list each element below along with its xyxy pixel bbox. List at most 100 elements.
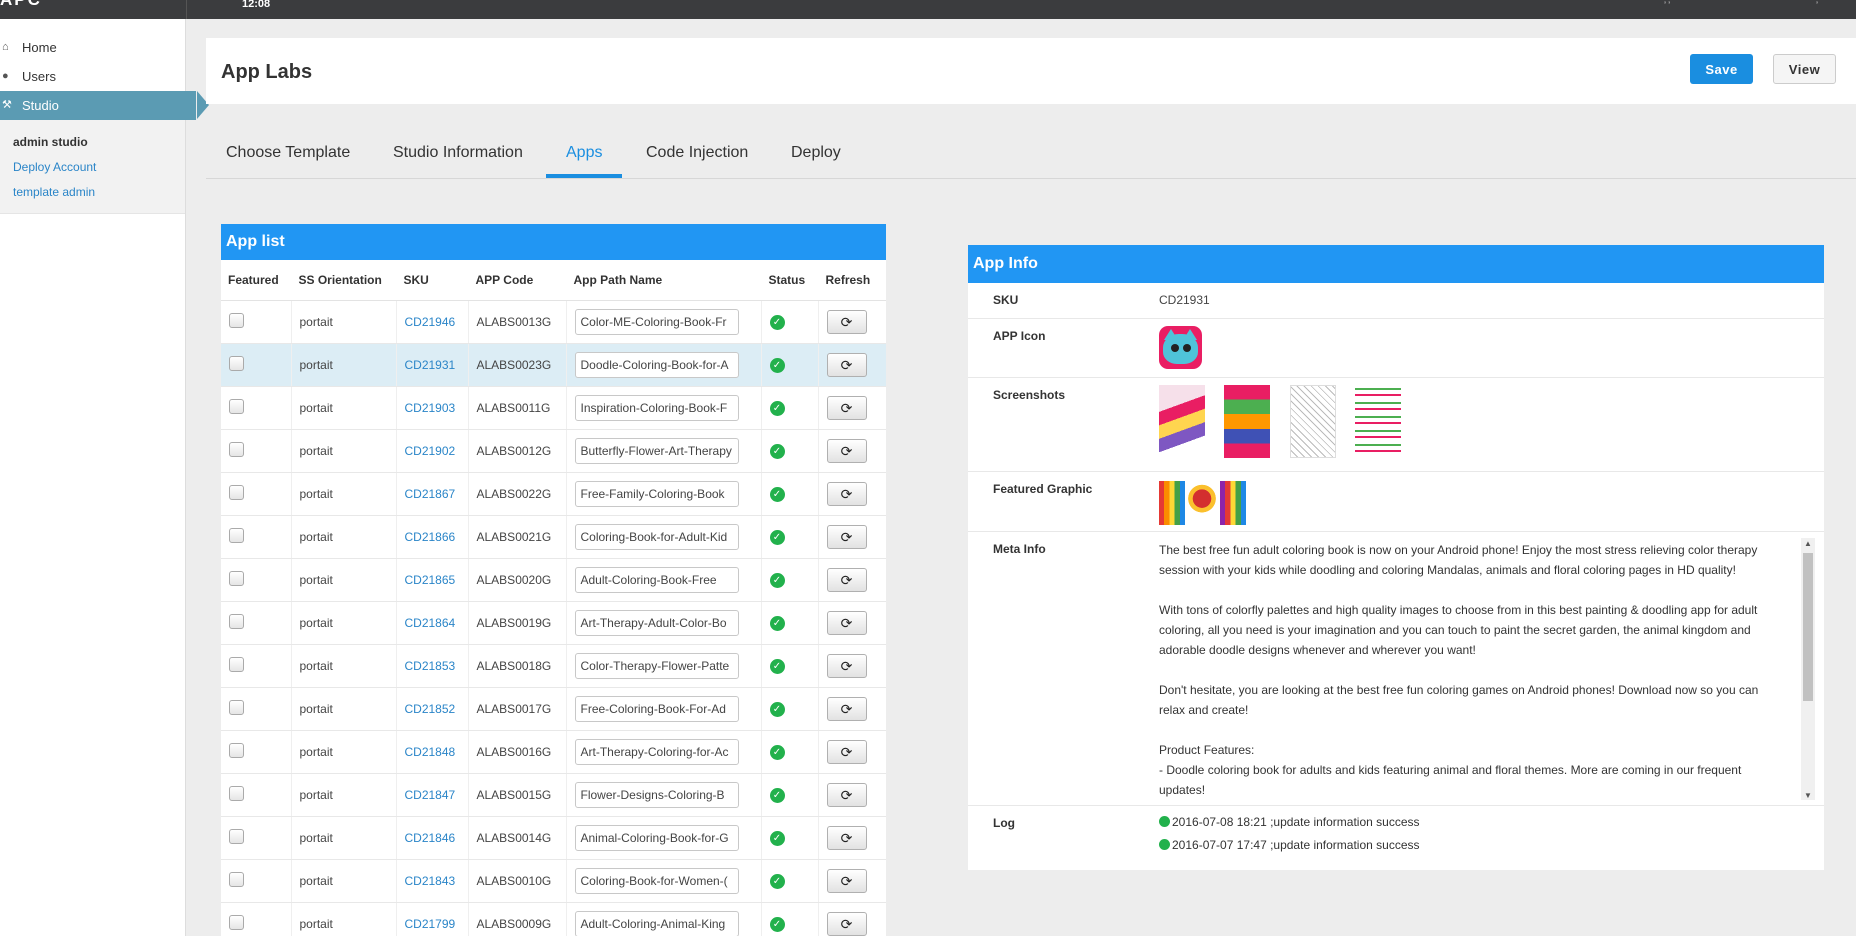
featured-checkbox[interactable]	[229, 699, 244, 715]
table-row[interactable]: portait CD21866 ALABS0021G Coloring-Book-fo…	[221, 515, 886, 559]
screenshot-thumbnail[interactable]	[1224, 385, 1270, 458]
sku-link[interactable]: CD21946	[405, 315, 456, 329]
sku-link[interactable]: CD21902	[405, 444, 456, 458]
refresh-button[interactable]: ⟳	[826, 911, 867, 936]
scroll-down-icon[interactable]: ▼	[1804, 791, 1812, 800]
featured-checkbox[interactable]	[229, 785, 244, 801]
app-path-input[interactable]: Free-Family-Coloring-Book	[574, 480, 739, 507]
table-row[interactable]: portait CD21931 ALABS0023G Doodle-Coloring-…	[221, 343, 886, 387]
table-row[interactable]: portait CD21902 ALABS0012G Butterfly-Flower…	[221, 429, 886, 473]
table-row[interactable]: portait CD21867 ALABS0022G Free-Family-Colo…	[221, 472, 886, 516]
sku-link[interactable]: CD21848	[405, 745, 456, 759]
app-path-input[interactable]: Flower-Designs-Coloring-B	[574, 781, 739, 808]
refresh-button[interactable]: ⟳	[826, 696, 867, 721]
sku-link[interactable]: CD21867	[405, 487, 456, 501]
topbar-settings[interactable]: ’	[1816, 0, 1818, 10]
table-row[interactable]: portait CD21848 ALABS0016G Art-Therapy-Colo…	[221, 730, 886, 774]
refresh-button[interactable]: ⟳	[826, 739, 867, 764]
sku-link[interactable]: CD21852	[405, 702, 456, 716]
featured-checkbox[interactable]	[229, 484, 244, 500]
featured-checkbox[interactable]	[229, 828, 244, 844]
sku-link[interactable]: CD21864	[405, 616, 456, 630]
app-path-input[interactable]: Adult-Coloring-Book-Free	[574, 566, 739, 593]
app-path-input[interactable]: Doodle-Coloring-Book-for-A	[574, 351, 739, 378]
table-row[interactable]: portait CD21946 ALABS0013G Color-ME-Colorin…	[221, 300, 886, 344]
app-path-input[interactable]: Color-ME-Coloring-Book-Fr	[574, 308, 739, 335]
table-row[interactable]: portait CD21799 ALABS0009G Adult-Coloring-A…	[221, 902, 886, 936]
meta-scrollbar[interactable]: ▲ ▼	[1801, 538, 1815, 800]
screenshot-thumbnail[interactable]	[1290, 385, 1336, 458]
refresh-button[interactable]: ⟳	[826, 825, 867, 850]
submenu-template-admin[interactable]: template admin	[13, 180, 185, 205]
table-row[interactable]: portait CD21852 ALABS0017G Free-Coloring-Bo…	[221, 687, 886, 731]
refresh-button[interactable]: ⟳	[826, 868, 867, 893]
table-row[interactable]: portait CD21853 ALABS0018G Color-Therapy-Fl…	[221, 644, 886, 688]
app-path-input[interactable]: Coloring-Book-for-Women-(	[574, 867, 739, 894]
tab-apps[interactable]: Apps	[546, 144, 623, 178]
app-path-input[interactable]: Art-Therapy-Adult-Color-Bo	[574, 609, 739, 636]
refresh-button[interactable]: ⟳	[826, 524, 867, 549]
refresh-button[interactable]: ⟳	[826, 653, 867, 678]
scroll-up-icon[interactable]: ▲	[1804, 539, 1812, 548]
app-path-input[interactable]: Animal-Coloring-Book-for-G	[574, 824, 739, 851]
refresh-button[interactable]: ⟳	[826, 567, 867, 592]
screenshot-thumbnail[interactable]	[1159, 385, 1205, 458]
sidebar-item-home[interactable]: ⌂ Home	[0, 33, 185, 62]
sku-link[interactable]: CD21903	[405, 401, 456, 415]
table-row[interactable]: portait CD21843 ALABS0010G Coloring-Book-fo…	[221, 859, 886, 903]
refresh-button[interactable]: ⟳	[826, 309, 867, 334]
tab-studio-information[interactable]: Studio Information	[393, 144, 523, 178]
tab-code-injection[interactable]: Code Injection	[646, 144, 748, 178]
refresh-button[interactable]: ⟳	[826, 395, 867, 420]
featured-checkbox[interactable]	[229, 570, 244, 586]
sku-link[interactable]: CD21843	[405, 874, 456, 888]
table-row[interactable]: portait CD21864 ALABS0019G Art-Therapy-Adul…	[221, 601, 886, 645]
featured-checkbox[interactable]	[229, 312, 244, 328]
view-button[interactable]: View	[1773, 54, 1836, 84]
table-row[interactable]: portait CD21865 ALABS0020G Adult-Coloring-B…	[221, 558, 886, 602]
sku-link[interactable]: CD21846	[405, 831, 456, 845]
app-icon-image[interactable]	[1159, 326, 1202, 369]
sku-link[interactable]: CD21866	[405, 530, 456, 544]
meta-info-text[interactable]: The best free fun adult coloring book is…	[1159, 540, 1779, 800]
save-button[interactable]: Save	[1690, 54, 1753, 84]
sku-link[interactable]: CD21799	[405, 917, 456, 931]
app-path-input[interactable]: Butterfly-Flower-Art-Therapy	[574, 437, 739, 464]
refresh-button[interactable]: ⟳	[826, 610, 867, 635]
tab-choose-template[interactable]: Choose Template	[226, 144, 350, 178]
app-path-input[interactable]: Inspiration-Coloring-Book-F	[574, 394, 739, 421]
sku-link[interactable]: CD21931	[405, 358, 456, 372]
featured-checkbox[interactable]	[229, 871, 244, 887]
submenu-deploy-account[interactable]: Deploy Account	[13, 155, 185, 180]
screenshot-thumbnail[interactable]	[1355, 385, 1401, 458]
app-path-input[interactable]: Color-Therapy-Flower-Patte	[574, 652, 739, 679]
table-row[interactable]: portait CD21903 ALABS0011G Inspiration-Colo…	[221, 386, 886, 430]
featured-checkbox[interactable]	[229, 742, 244, 758]
tab-deploy[interactable]: Deploy	[791, 144, 841, 178]
refresh-button[interactable]: ⟳	[826, 438, 867, 463]
table-row[interactable]: portait CD21847 ALABS0015G Flower-Designs-C…	[221, 773, 886, 817]
featured-checkbox[interactable]	[229, 527, 244, 543]
sku-link[interactable]: CD21853	[405, 659, 456, 673]
scroll-thumb[interactable]	[1803, 553, 1813, 701]
featured-graphic-image[interactable]	[1159, 481, 1246, 525]
featured-checkbox[interactable]	[229, 441, 244, 457]
featured-checkbox[interactable]	[229, 914, 244, 930]
app-path-input[interactable]: Art-Therapy-Coloring-for-Ac	[574, 738, 739, 765]
sku-link[interactable]: CD21847	[405, 788, 456, 802]
table-row[interactable]: portait CD21846 ALABS0014G Animal-Coloring-…	[221, 816, 886, 860]
app-path-input[interactable]: Adult-Coloring-Animal-King	[574, 910, 739, 936]
refresh-button[interactable]: ⟳	[826, 352, 867, 377]
sku-link[interactable]: CD21865	[405, 573, 456, 587]
refresh-button[interactable]: ⟳	[826, 782, 867, 807]
sidebar-item-users[interactable]: ● Users	[0, 62, 185, 91]
app-path-input[interactable]: Free-Coloring-Book-For-Ad	[574, 695, 739, 722]
featured-checkbox[interactable]	[229, 355, 244, 371]
refresh-button[interactable]: ⟳	[826, 481, 867, 506]
sidebar-item-studio[interactable]: ⚒ Studio	[0, 91, 196, 120]
featured-checkbox[interactable]	[229, 656, 244, 672]
featured-checkbox[interactable]	[229, 613, 244, 629]
app-path-input[interactable]: Coloring-Book-for-Adult-Kid	[574, 523, 739, 550]
featured-checkbox[interactable]	[229, 398, 244, 414]
topbar-user-menu[interactable]: ’ ’	[1664, 0, 1670, 10]
